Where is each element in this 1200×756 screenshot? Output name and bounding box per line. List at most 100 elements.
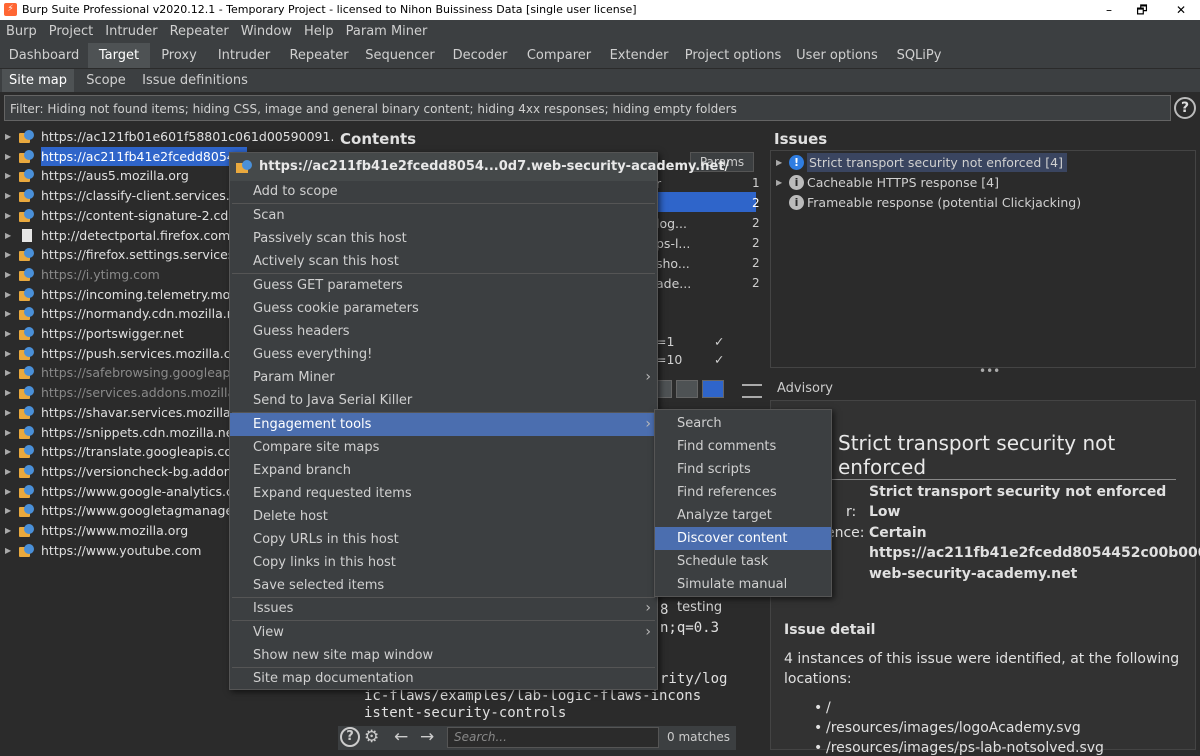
menu-item-engagement-tools[interactable]: Engagement tools › — [230, 413, 657, 436]
tab-user-options[interactable]: User options — [790, 43, 884, 68]
selected-content-row[interactable] — [656, 192, 756, 212]
menu-item-send-to-java-serial-killer[interactable]: Send to Java Serial Killer — [230, 389, 657, 412]
expand-arrow-icon[interactable]: ▶ — [5, 206, 11, 225]
menu-item-actively-scan-this-host[interactable]: Actively scan this host — [230, 250, 657, 273]
submenu-item-simulate-manual-testing[interactable]: Simulate manual testing — [655, 573, 831, 615]
menu-item-add-to-scope[interactable]: Add to scope — [230, 180, 657, 203]
menu-item-issues[interactable]: Issues › — [230, 597, 657, 620]
expand-arrow-icon[interactable]: ▶ — [5, 324, 11, 343]
expand-arrow-icon[interactable]: ▶ — [5, 344, 11, 363]
menu-item-compare-site-maps[interactable]: Compare site maps — [230, 436, 657, 459]
expand-arrow-icon[interactable]: ▶ — [5, 442, 11, 461]
submenu-item-discover-content[interactable]: Discover content — [655, 527, 831, 550]
tab-decoder[interactable]: Decoder — [444, 43, 516, 68]
expand-arrow-icon[interactable]: ▶ — [5, 127, 11, 146]
submenu-item-find-scripts[interactable]: Find scripts — [655, 458, 831, 481]
param-row-fragment[interactable]: =10 — [656, 352, 682, 367]
menu-item-expand-branch[interactable]: Expand branch — [230, 459, 657, 482]
menu-item-expand-requested-items[interactable]: Expand requested items — [230, 482, 657, 505]
expand-arrow-icon[interactable]: ▶ — [5, 363, 11, 382]
expand-arrow-icon[interactable]: ▶ — [5, 245, 11, 264]
expand-arrow-icon[interactable]: ▶ — [5, 265, 11, 284]
back-arrow-icon[interactable]: ← — [394, 727, 408, 747]
menu-project[interactable]: Project — [43, 20, 99, 43]
menu-item-show-new-site-map-window[interactable]: Show new site map window — [230, 644, 657, 667]
expand-arrow-icon[interactable]: ▶ — [5, 304, 11, 323]
expand-arrow-icon[interactable]: ▶ — [776, 153, 782, 172]
menu-burp[interactable]: Burp — [0, 20, 43, 43]
menu-lines-icon[interactable] — [742, 384, 762, 398]
content-row-fragment[interactable]: log... — [656, 216, 687, 231]
menu-repeater[interactable]: Repeater — [164, 20, 235, 43]
menu-item-param-miner[interactable]: Param Miner › — [230, 366, 657, 389]
expand-arrow-icon[interactable]: ▶ — [5, 521, 11, 540]
tab-intruder[interactable]: Intruder — [208, 43, 280, 68]
help-icon[interactable]: ? — [1174, 97, 1196, 119]
tab-comparer[interactable]: Comparer — [518, 43, 600, 68]
tab-sqlipy[interactable]: SQLiPy — [886, 43, 952, 68]
tab-sequencer[interactable]: Sequencer — [358, 43, 442, 68]
menu-item-passively-scan-this-host[interactable]: Passively scan this host — [230, 227, 657, 250]
submenu-item-search[interactable]: Search — [655, 412, 831, 435]
minimize-button[interactable]: – — [1091, 0, 1127, 20]
forward-arrow-icon[interactable]: → — [420, 727, 434, 747]
menu-item-guess-cookie-parameters[interactable]: Guess cookie parameters — [230, 297, 657, 320]
expand-arrow-icon[interactable]: ▶ — [5, 462, 11, 481]
expand-arrow-icon[interactable]: ▶ — [5, 403, 11, 422]
sitemap-filter-bar[interactable]: Filter: Hiding not found items; hiding C… — [4, 95, 1171, 121]
expand-arrow-icon[interactable]: ▶ — [5, 186, 11, 205]
submenu-item-find-comments[interactable]: Find comments — [655, 435, 831, 458]
expand-arrow-icon[interactable]: ▶ — [5, 147, 11, 166]
content-row-fragment[interactable]: sho... — [656, 256, 690, 271]
subtab-scope[interactable]: Scope — [78, 69, 134, 92]
menu-item-scan[interactable]: Scan — [230, 204, 657, 227]
layout-vertical-button[interactable] — [702, 380, 724, 398]
menu-param-miner[interactable]: Param Miner — [340, 20, 434, 43]
submenu-item-analyze-target[interactable]: Analyze target — [655, 504, 831, 527]
menu-item-view[interactable]: View › — [230, 621, 657, 644]
submenu-item-schedule-task[interactable]: Schedule task — [655, 550, 831, 573]
menu-item-copy-urls-in-this-host[interactable]: Copy URLs in this host — [230, 528, 657, 551]
expand-arrow-icon[interactable]: ▶ — [5, 383, 11, 402]
expand-arrow-icon[interactable]: ▶ — [5, 482, 11, 501]
subtab-site-map[interactable]: Site map — [2, 69, 74, 92]
menu-item-site-map-documentation[interactable]: Site map documentation — [230, 667, 657, 690]
search-input[interactable]: Search... — [447, 727, 659, 748]
submenu-item-find-references[interactable]: Find references — [655, 481, 831, 504]
menu-intruder[interactable]: Intruder — [99, 20, 163, 43]
tree-row[interactable]: ▶ https://ac121fb01e601f58801c061d0059009… — [0, 127, 333, 146]
tab-extender[interactable]: Extender — [602, 43, 676, 68]
menu-item-guess-get-parameters[interactable]: Guess GET parameters — [230, 274, 657, 297]
param-row-fragment[interactable]: =1 — [656, 334, 674, 349]
expand-arrow-icon[interactable]: ▶ — [5, 226, 11, 245]
tab-repeater[interactable]: Repeater — [282, 43, 356, 68]
help-icon[interactable]: ? — [340, 727, 360, 747]
menu-help[interactable]: Help — [298, 20, 340, 43]
gear-icon[interactable]: ⚙ — [364, 727, 379, 747]
expand-arrow-icon[interactable]: ▶ — [776, 173, 782, 192]
expand-arrow-icon[interactable]: ▶ — [5, 285, 11, 304]
tab-dashboard[interactable]: Dashboard — [2, 43, 86, 68]
tab-proxy[interactable]: Proxy — [152, 43, 206, 68]
splitter-dots-icon[interactable]: ••• — [979, 364, 1000, 378]
tab-target[interactable]: Target — [88, 43, 150, 68]
tab-project-options[interactable]: Project options — [678, 43, 788, 68]
menu-item-guess-everything[interactable]: Guess everything! — [230, 343, 657, 366]
subtab-issue-definitions[interactable]: Issue definitions — [138, 69, 252, 92]
menu-item-copy-links-in-this-host[interactable]: Copy links in this host — [230, 551, 657, 574]
expand-arrow-icon[interactable]: ▶ — [5, 166, 11, 185]
expand-arrow-icon[interactable]: ▶ — [5, 423, 11, 442]
expand-arrow-icon[interactable]: ▶ — [5, 501, 11, 520]
menu-item-guess-headers[interactable]: Guess headers — [230, 320, 657, 343]
close-button[interactable]: ✕ — [1163, 0, 1199, 20]
tab-advisory[interactable]: Advisory — [772, 378, 838, 402]
menu-item-save-selected-items[interactable]: Save selected items — [230, 574, 657, 597]
layout-horizontal-button[interactable] — [676, 380, 698, 398]
restore-button[interactable]: 🗗 — [1124, 0, 1160, 20]
menu-window[interactable]: Window — [235, 20, 298, 43]
content-row-fragment[interactable]: ps-l... — [656, 236, 690, 251]
menu-item-delete-host[interactable]: Delete host — [230, 505, 657, 528]
expand-arrow-icon[interactable]: ▶ — [5, 541, 11, 560]
content-row-fragment[interactable]: ade... — [656, 276, 691, 291]
submenu-item-label: Find comments — [677, 439, 777, 454]
